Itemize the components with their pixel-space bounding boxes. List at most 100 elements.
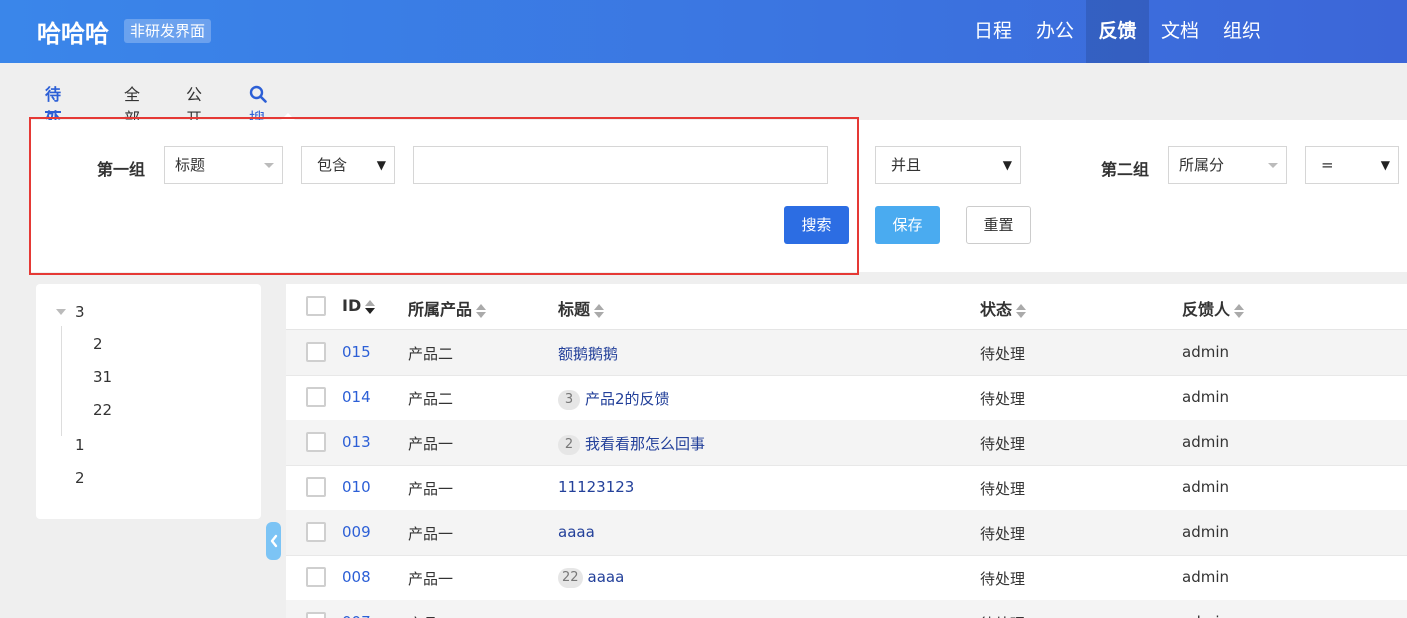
tab-search[interactable]: 搜索	[249, 83, 267, 152]
chevron-down-icon	[1268, 163, 1278, 168]
row-status: 待处理	[980, 570, 1026, 588]
row-reporter: admin	[1182, 433, 1229, 451]
row-title: 11123123	[558, 478, 635, 496]
tree-guide-line	[61, 326, 62, 436]
table-row[interactable]: 013 产品一 2 我看看那怎么回事 待处理 admin	[286, 420, 1407, 466]
row-status: 待处理	[980, 480, 1026, 498]
chevron-left-icon	[270, 534, 277, 548]
row-id[interactable]: 008	[342, 568, 371, 586]
row-status: 待处理	[980, 525, 1026, 543]
sort-icon	[365, 299, 376, 315]
table-row[interactable]: 015 产品二 额鹅鹅鹅 待处理 admin	[286, 330, 1407, 376]
logic-value: 并且	[891, 156, 922, 174]
nav-item-docs[interactable]: 文档	[1149, 0, 1211, 63]
row-title: aaaa	[558, 613, 595, 618]
row-status: 待处理	[980, 435, 1026, 453]
reply-count-badge: 3	[558, 390, 580, 410]
dropdown-arrow-icon: ▼	[1380, 158, 1390, 172]
row-checkbox[interactable]	[306, 567, 326, 587]
reset-button[interactable]: 重置	[966, 206, 1031, 244]
row-product: 产品一	[408, 570, 454, 588]
row-title: 我看看那怎么回事	[585, 435, 706, 453]
sort-icon	[1234, 303, 1245, 319]
table-row[interactable]: 007 产品一 aaaa 待处理 admin	[286, 600, 1407, 618]
row-product: 产品二	[408, 390, 454, 408]
main-nav: 日程 办公 反馈 文档 组织	[962, 0, 1407, 63]
nav-item-office[interactable]: 办公	[1024, 0, 1086, 63]
group2-field-select[interactable]: 所属分	[1168, 146, 1287, 184]
interface-badge: 非研发界面	[124, 19, 212, 43]
row-id[interactable]: 015	[342, 343, 371, 361]
column-header-reporter[interactable]: 反馈人	[1182, 296, 1245, 320]
table-row[interactable]: 008 产品一 22 aaaa 待处理 admin	[286, 555, 1407, 601]
row-title-link[interactable]: 额鹅鹅鹅	[558, 343, 618, 364]
reply-count-badge: 2	[558, 435, 580, 455]
logic-select[interactable]: 并且 ▼	[875, 146, 1021, 184]
row-title-link[interactable]: 22 aaaa	[558, 568, 624, 588]
tree-toggle-icon[interactable]	[56, 309, 66, 315]
table-row[interactable]: 010 产品一 11123123 待处理 admin	[286, 465, 1407, 511]
row-reporter: admin	[1182, 568, 1229, 586]
tree-node-child[interactable]: 2	[93, 335, 103, 353]
tree-node-child[interactable]: 22	[93, 401, 112, 419]
select-all-checkbox[interactable]	[306, 296, 326, 316]
row-id[interactable]: 014	[342, 388, 371, 406]
column-header-status[interactable]: 状态	[980, 296, 1027, 320]
group2-label: 第二组	[1101, 160, 1150, 179]
feedback-table: ID 所属产品 标题 状态 反馈人 015 产品二 额鹅鹅鹅 待处理 admin 014 产…	[286, 284, 1407, 618]
category-tree: 3 2 31 22 1 2	[36, 284, 261, 519]
save-button[interactable]: 保存	[875, 206, 940, 244]
group2-operator-value: =	[1321, 156, 1334, 174]
row-title-link[interactable]: aaaa	[558, 523, 595, 541]
app-name[interactable]: 哈哈哈	[37, 14, 109, 49]
row-title-link[interactable]: 11123123	[558, 478, 634, 496]
column-header-product[interactable]: 所属产品	[408, 296, 487, 320]
column-header-title[interactable]: 标题	[558, 296, 605, 320]
row-reporter: admin	[1182, 478, 1229, 496]
reply-count-badge: 22	[558, 568, 583, 588]
row-id[interactable]: 010	[342, 478, 371, 496]
row-product: 产品一	[408, 613, 453, 618]
row-checkbox[interactable]	[306, 477, 326, 497]
tab-all[interactable]: 全部	[124, 83, 140, 128]
row-reporter: admin	[1182, 343, 1229, 361]
row-id[interactable]: 013	[342, 433, 371, 451]
tree-node[interactable]: 1	[75, 436, 85, 454]
table-row[interactable]: 009 产品一 aaaa 待处理 admin	[286, 510, 1407, 556]
row-status: 待处理	[980, 390, 1026, 408]
nav-item-org[interactable]: 组织	[1211, 0, 1273, 63]
row-checkbox[interactable]	[306, 342, 326, 362]
row-id[interactable]: 009	[342, 523, 371, 541]
row-title-link[interactable]: aaaa	[558, 613, 595, 618]
row-title-link[interactable]: 3 产品2的反馈	[558, 388, 670, 410]
table-row[interactable]: 014 产品二 3 产品2的反馈 待处理 admin	[286, 375, 1407, 421]
row-status: 待处理	[980, 613, 1025, 618]
highlight-box	[29, 117, 859, 275]
row-product: 产品一	[408, 480, 454, 498]
tree-node-child[interactable]: 31	[93, 368, 112, 386]
nav-item-schedule[interactable]: 日程	[962, 0, 1024, 63]
row-reporter: admin	[1182, 388, 1229, 406]
tree-node[interactable]: 2	[75, 469, 85, 487]
row-reporter: admin	[1182, 523, 1229, 541]
sort-icon	[1016, 303, 1027, 319]
row-checkbox[interactable]	[306, 612, 326, 618]
row-checkbox[interactable]	[306, 387, 326, 407]
nav-item-feedback[interactable]: 反馈	[1086, 0, 1149, 63]
row-title-link[interactable]: 2 我看看那怎么回事	[558, 433, 705, 455]
row-id[interactable]: 007	[342, 613, 371, 618]
row-checkbox[interactable]	[306, 522, 326, 542]
tab-public[interactable]: 公开	[186, 83, 202, 128]
row-title: 额鹅鹅鹅	[558, 345, 619, 363]
sort-icon	[594, 303, 605, 319]
search-icon	[249, 85, 267, 104]
tree-node-root[interactable]: 3	[75, 303, 85, 321]
row-checkbox[interactable]	[306, 432, 326, 452]
row-product: 产品一	[408, 435, 454, 453]
tab-pending[interactable]: 待处理	[45, 83, 62, 152]
group2-operator-select[interactable]: = ▼	[1305, 146, 1399, 184]
column-header-id[interactable]: ID	[342, 296, 376, 315]
row-title: aaaa	[558, 523, 595, 541]
sidebar-collapse-button[interactable]	[266, 522, 281, 560]
